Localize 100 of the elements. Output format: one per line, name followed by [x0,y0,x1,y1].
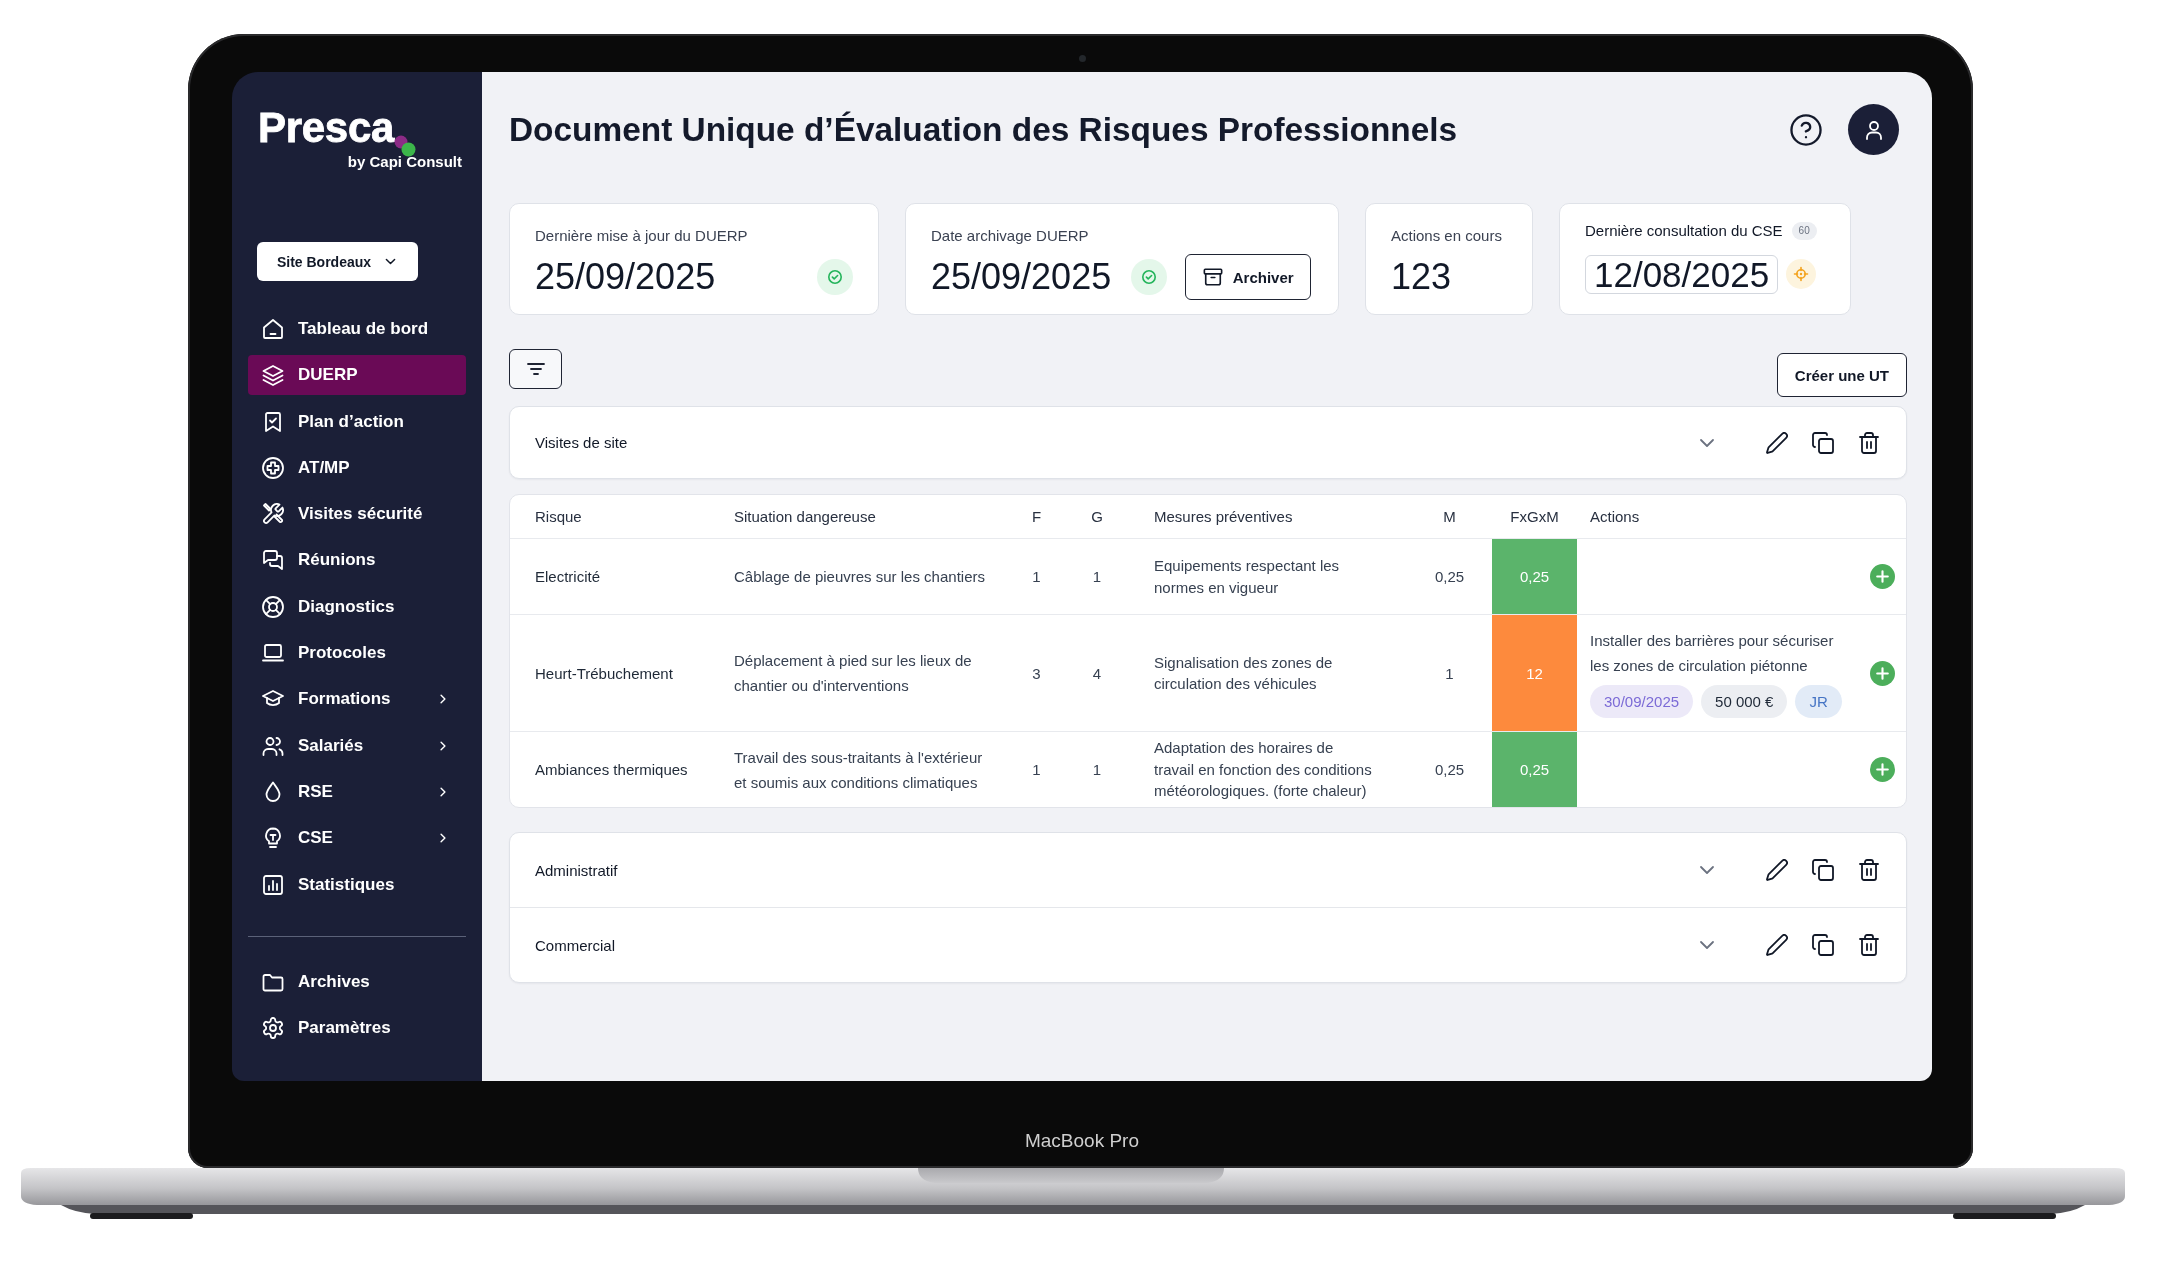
trash-icon [1858,859,1880,881]
nav-item[interactable]: Paramètres [248,1007,466,1048]
home-icon [262,318,284,340]
card-label: Actions en cours [1391,226,1503,246]
filter-button[interactable] [509,349,562,389]
help-icon [1790,113,1822,146]
add-action-button[interactable] [1870,757,1895,782]
nav-item[interactable]: Archives [248,961,466,1002]
lifebuoy-icon [262,595,284,618]
column-header: FxGxM [1509,508,1560,525]
card-label: Dernière mise à jour du DUERP [535,226,749,246]
group-title: Commercial [535,936,616,954]
copy-icon [1812,934,1834,956]
nav-item[interactable]: Statistiques [248,864,466,905]
add-action-button[interactable] [1870,660,1895,686]
table-cell-text: 1 [1091,568,1103,585]
archive-icon [1202,267,1223,287]
nav-item[interactable]: CSE [248,818,466,859]
device-label: MacBook Pro [1024,1131,1139,1151]
column-header: F [1030,508,1043,525]
camera-icon [1078,55,1086,62]
gear-icon [262,1016,284,1039]
create-button[interactable]: Créer une UT [1776,353,1907,397]
nav-item[interactable]: RSE [248,771,466,812]
table-cell-text: 1 [1031,761,1042,778]
table-cell-text: 3 [1031,664,1042,682]
layers-icon [262,364,284,387]
help-button[interactable] [1790,113,1822,146]
cost-tag: 50 000 € [1701,685,1788,718]
nav-item[interactable]: Réunions [248,540,466,581]
card-label: Dernière consultation du CSE [1585,221,1783,241]
nav-item[interactable]: Tableau de bord [248,309,466,349]
edit-button[interactable] [1766,859,1788,881]
pencil-icon [1766,934,1788,956]
card-label: Date archivage DUERP [931,226,1090,246]
avatar-button[interactable] [1848,104,1899,155]
table-cell-text: 1 [1444,664,1455,682]
delete-button[interactable] [1858,934,1880,956]
nav-item[interactable]: Visites sécurité [248,494,466,535]
nav-item[interactable]: DUERP [248,355,466,396]
group-title: Visites de site [535,434,629,451]
count-badge: 60 [1791,222,1817,240]
table-cell-text: Adaptation des horaires de travail en fonction des conditions météorologiques. (forte chaleur) [1153,738,1373,802]
copy-icon [1812,431,1834,454]
column-header: M [1442,508,1457,525]
logo-text: Presca [258,108,394,148]
nav-item[interactable]: Diagnostics [248,586,466,627]
card-value: 123 [1391,257,1452,297]
plus-circle-icon [1870,564,1895,589]
nav-item[interactable]: Plan d’action [248,401,466,442]
column-header: G [1090,508,1104,525]
table-cell-text: 0,25 [1433,761,1466,778]
copy-icon [1812,859,1834,881]
trash-icon [1858,934,1880,956]
pencil-icon [1766,859,1788,881]
logo-tagline: by Capi Consult [347,153,462,171]
card-value: 25/09/2025 [535,257,716,297]
plus-circle-icon [1870,757,1895,782]
page-title: Document Unique d’Évaluation des Risques Professionnels [509,109,1459,150]
site-selector[interactable]: Site Bordeaux [257,242,418,281]
add-action-button[interactable] [1870,564,1895,589]
table-cell-text: Câblage de pieuvres sur les chantiers [734,567,986,587]
edit-button[interactable] [1766,431,1788,454]
nav-item[interactable]: Formations [248,679,466,720]
table-cell-text: Equipements respectant les normes en vigueur [1153,556,1341,598]
archive-button[interactable]: Archiver [1185,254,1312,300]
column-header: Mesures préventives [1153,508,1294,525]
delete-button[interactable] [1858,431,1880,454]
nav-item[interactable]: AT/MP [248,447,466,488]
bar-chart-icon [262,873,284,896]
due-date-tag: 30/09/2025 [1590,685,1694,718]
table-cell-text: Ambiances thermiques [534,761,689,778]
delete-button[interactable] [1858,859,1880,881]
column-header: Actions [1589,508,1641,525]
table-cell-text: Electricité [534,568,602,585]
table-cell-text: Heurt-Trébuchement [534,664,674,682]
risk-score-cell: 0,25 [1492,539,1577,614]
table-cell-text: 1 [1091,761,1103,778]
chat-bubbles-icon [262,549,284,572]
duplicate-button[interactable] [1812,431,1834,454]
group-row[interactable]: Administratif [510,833,1906,907]
date-field[interactable]: 12/08/2025 [1585,254,1779,294]
table-cell-text: Signalisation des zones de circulation des véhicules [1153,652,1334,694]
nav-item[interactable]: Protocoles [248,633,466,674]
duplicate-button[interactable] [1812,859,1834,881]
nav-item[interactable]: Salariés [248,725,466,766]
owner-initials-tag: JR [1795,685,1842,718]
check-circle-icon [817,259,853,295]
table-cell-text: 0,25 [1433,568,1466,585]
table-cell-text: 1 [1031,568,1042,585]
tools-icon [262,503,284,526]
table-cell-text: Travail des sous-traitants à l'extérieur et soumis aux conditions climatiques [734,747,984,793]
trash-icon [1858,431,1880,454]
group-row[interactable]: Commercial [510,907,1906,982]
duplicate-button[interactable] [1812,934,1834,956]
edit-button[interactable] [1766,934,1788,956]
risk-score-cell: 0,25 [1492,732,1577,807]
medical-cross-icon [262,456,284,479]
table-cell-text: 4 [1091,664,1103,682]
group-header[interactable]: Visites de site [509,406,1907,479]
